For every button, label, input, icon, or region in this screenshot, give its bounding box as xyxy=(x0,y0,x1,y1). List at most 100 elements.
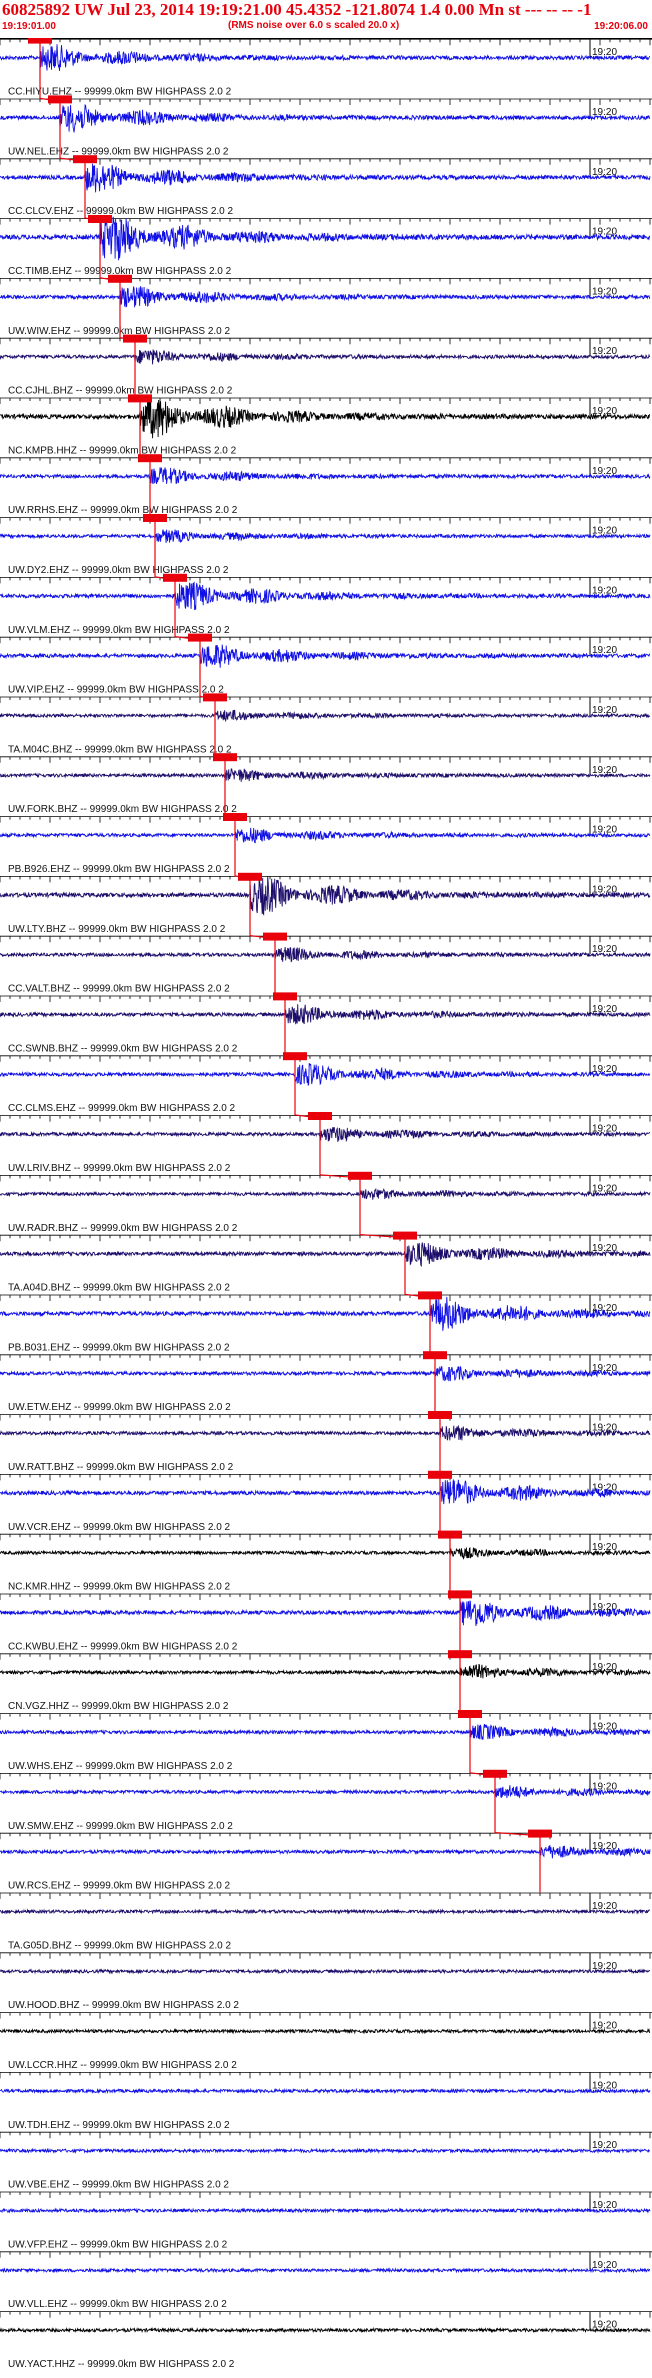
pick-marker xyxy=(263,932,287,941)
waveform xyxy=(0,2147,651,2155)
station-label: PB.B031.EHZ -- 99999.0km BW HIGHPASS 2.0… xyxy=(8,1342,230,1353)
trace-row: 19:20UW.RADR.BHZ -- 99999.0km BW HIGHPAS… xyxy=(0,1174,652,1234)
station-label: TA.G05D.BHZ -- 99999.0km BW HIGHPASS 2.0… xyxy=(8,1940,231,1951)
station-label: UW.VFP.EHZ -- 99999.0km BW HIGHPASS 2.0 … xyxy=(8,2239,228,2250)
trace-row: 19:20TA.G05D.BHZ -- 99999.0km BW HIGHPAS… xyxy=(0,1892,652,1951)
waveform xyxy=(0,286,651,308)
waveform xyxy=(0,2267,651,2274)
waveform xyxy=(0,1968,651,1975)
trace-row: 19:20 UW.TDH.EHZ -- 99999.0km BW HIGHPASS… xyxy=(0,2071,652,2131)
pick-marker xyxy=(73,155,97,164)
pick-marker xyxy=(348,1171,372,1180)
waveform xyxy=(0,44,651,71)
waveform xyxy=(0,1062,651,1087)
station-label: CC.KWBU.EHZ -- 99999.0km BW HIGHPASS 2.0… xyxy=(8,1641,238,1652)
trace-row: 19:20UW.DY2.EHZ -- 99999.0km BW HIGHPASS… xyxy=(0,517,652,576)
waveform xyxy=(0,1546,651,1560)
start-time-label: 19:19:01.00 xyxy=(2,21,56,32)
waveform xyxy=(0,947,651,963)
waveform xyxy=(0,768,651,782)
trace-row: 19:20UW.VIP.EHZ -- 99999.0km BW HIGHPASS… xyxy=(0,636,652,696)
station-label: UW.WIW.EHZ -- 99999.0km BW HIGHPASS 2.0 … xyxy=(8,326,231,337)
pick-marker xyxy=(448,1590,472,1599)
trace-row: 19:20UW.RCS.EHZ -- 99999.0km BW HIGHPASS… xyxy=(0,1832,652,1892)
waveform xyxy=(0,876,651,916)
pick-marker xyxy=(223,812,247,821)
station-label: TA.A04D.BHZ -- 99999.0km BW HIGHPASS 2.0… xyxy=(8,1283,230,1294)
trace-row: 19:20UW.LTY.BHZ -- 99999.0km BW HIGHPASS… xyxy=(0,875,652,935)
event-title: 60825892 UW Jul 23, 2014 19:19:21.00 45.… xyxy=(2,0,592,19)
trace-row: 19:20UW.NEL.EHZ -- 99999.0km BW HIGHPASS… xyxy=(0,98,652,157)
trace-row: 19:20UW.HOOD.BHZ -- 99999.0km BW HIGHPAS… xyxy=(0,1952,652,2011)
pick-marker xyxy=(108,274,132,283)
pick-marker xyxy=(48,95,72,104)
waveform xyxy=(0,216,651,261)
pick-marker xyxy=(28,38,52,44)
plot-header: 60825892 UW Jul 23, 2014 19:19:21.00 45.… xyxy=(0,0,652,36)
station-label: CC.CJHL.BHZ -- 99999.0km BW HIGHPASS 2.0… xyxy=(8,386,233,397)
station-label: UW.VIP.EHZ -- 99999.0km BW HIGHPASS 2.0 … xyxy=(8,685,224,696)
waveform xyxy=(0,1296,651,1331)
waveform xyxy=(0,709,651,723)
waveform xyxy=(0,349,651,365)
station-label: UW.RADR.BHZ -- 99999.0km BW HIGHPASS 2.0… xyxy=(8,1223,238,1234)
trace-row: 19:20UW.RATT.BHZ -- 99999.0km BW HIGHPAS… xyxy=(0,1414,652,1473)
trace-row: 19:20CC.SWNB.BHZ -- 99999.0km BW HIGHPAS… xyxy=(0,995,652,1054)
pick-marker xyxy=(283,1052,307,1061)
station-label: UW.DY2.EHZ -- 99999.0km BW HIGHPASS 2.0 … xyxy=(8,565,229,576)
waveform xyxy=(0,2207,651,2214)
station-label: UW.RATT.BHZ -- 99999.0km BW HIGHPASS 2.0… xyxy=(8,1462,234,1473)
trace-row: 19:20PB.B926.EHZ -- 99999.0km BW HIGHPAS… xyxy=(0,816,652,875)
pick-marker xyxy=(128,394,152,403)
pick-marker xyxy=(423,1351,447,1360)
station-label: UW.VCR.EHZ -- 99999.0km BW HIGHPASS 2.0 … xyxy=(8,1522,231,1533)
station-label: NC.KMR.HHZ -- 99999.0km BW HIGHPASS 2.0 … xyxy=(8,1582,231,1593)
station-label: UW.TDH.EHZ -- 99999.0km BW HIGHPASS 2.0 … xyxy=(8,2120,230,2131)
trace-row: 19:20TA.M04C.BHZ -- 99999.0km BW HIGHPAS… xyxy=(0,696,652,755)
waveform xyxy=(0,2027,651,2035)
pick-marker xyxy=(418,1291,442,1300)
trace-row: 19:20UW.VFP.EHZ -- 99999.0km BW HIGHPASS… xyxy=(0,2191,652,2250)
waveform xyxy=(0,1785,651,1799)
minute-tick-label: 19:20 xyxy=(592,1662,617,1673)
trace-row: 19:20TA.A04D.BHZ -- 99999.0km BW HIGHPAS… xyxy=(0,1234,652,1294)
station-label: UW.FORK.BHZ -- 99999.0km BW HIGHPASS 2.0… xyxy=(8,804,237,815)
trace-row: 19:20UW.YACT.HHZ -- 99999.0km BW HIGHPAS… xyxy=(0,2311,652,2370)
waveform xyxy=(0,1845,651,1859)
minute-tick-label: 19:20 xyxy=(592,2080,617,2091)
pick-marker xyxy=(188,633,212,642)
station-label: CC.SWNB.BHZ -- 99999.0km BW HIGHPASS 2.0… xyxy=(8,1043,238,1054)
pick-marker xyxy=(213,753,237,762)
pick-marker xyxy=(393,1231,417,1240)
waveform xyxy=(0,2326,651,2334)
pick-marker xyxy=(483,1769,507,1778)
station-label: UW.WHS.EHZ -- 99999.0km BW HIGHPASS 2.0 … xyxy=(8,1761,233,1772)
station-label: UW.RRHS.EHZ -- 99999.0km BW HIGHPASS 2.0… xyxy=(8,505,238,516)
trace-row: 19:20UW.WHS.EHZ -- 99999.0km BW HIGHPASS… xyxy=(0,1713,652,1772)
waveform xyxy=(0,163,651,193)
pick-marker xyxy=(308,1111,332,1120)
trace-row: 19:20UW.ETW.EHZ -- 99999.0km BW HIGHPASS… xyxy=(0,1354,652,1413)
waveform xyxy=(0,581,651,611)
station-label: CC.HIYU.EHZ -- 99999.0km BW HIGHPASS 2.0… xyxy=(8,87,232,98)
trace-row: 19:20CC.CJHL.BHZ -- 99999.0km BW HIGHPAS… xyxy=(0,337,652,397)
trace-row: 19:20CC.HIYU.EHZ -- 99999.0km BW HIGHPAS… xyxy=(0,38,652,98)
trace-row: 19:20NC.KMR.HHZ -- 99999.0km BW HIGHPASS… xyxy=(0,1533,652,1593)
waveform xyxy=(0,529,651,544)
waveform xyxy=(0,1366,651,1382)
waveform xyxy=(0,467,651,485)
station-label: NC.KMPB.HHZ -- 99999.0km BW HIGHPASS 2.0… xyxy=(8,445,237,456)
pick-marker xyxy=(163,573,187,582)
waveform xyxy=(0,1127,651,1143)
station-label: UW.HOOD.BHZ -- 99999.0km BW HIGHPASS 2.0… xyxy=(8,2000,239,2011)
trace-row: 19:20UW.VCR.EHZ -- 99999.0km BW HIGHPASS… xyxy=(0,1473,652,1533)
waveform xyxy=(0,103,651,133)
pick-marker xyxy=(438,1530,462,1539)
station-label: UW.YACT.HHZ -- 99999.0km BW HIGHPASS 2.0… xyxy=(8,2359,235,2370)
trace-row: 19:20UW.WIW.EHZ -- 99999.0km BW HIGHPASS… xyxy=(0,277,652,337)
trace-row: 19:20NC.KMPB.HHZ -- 99999.0km BW HIGHPAS… xyxy=(0,395,652,456)
pick-marker xyxy=(458,1709,482,1718)
station-label: UW.ETW.EHZ -- 99999.0km BW HIGHPASS 2.0 … xyxy=(8,1402,231,1413)
waveform xyxy=(0,1908,651,1915)
station-label: CN.VGZ.HHZ -- 99999.0km BW HIGHPASS 2.0 … xyxy=(8,1701,229,1712)
